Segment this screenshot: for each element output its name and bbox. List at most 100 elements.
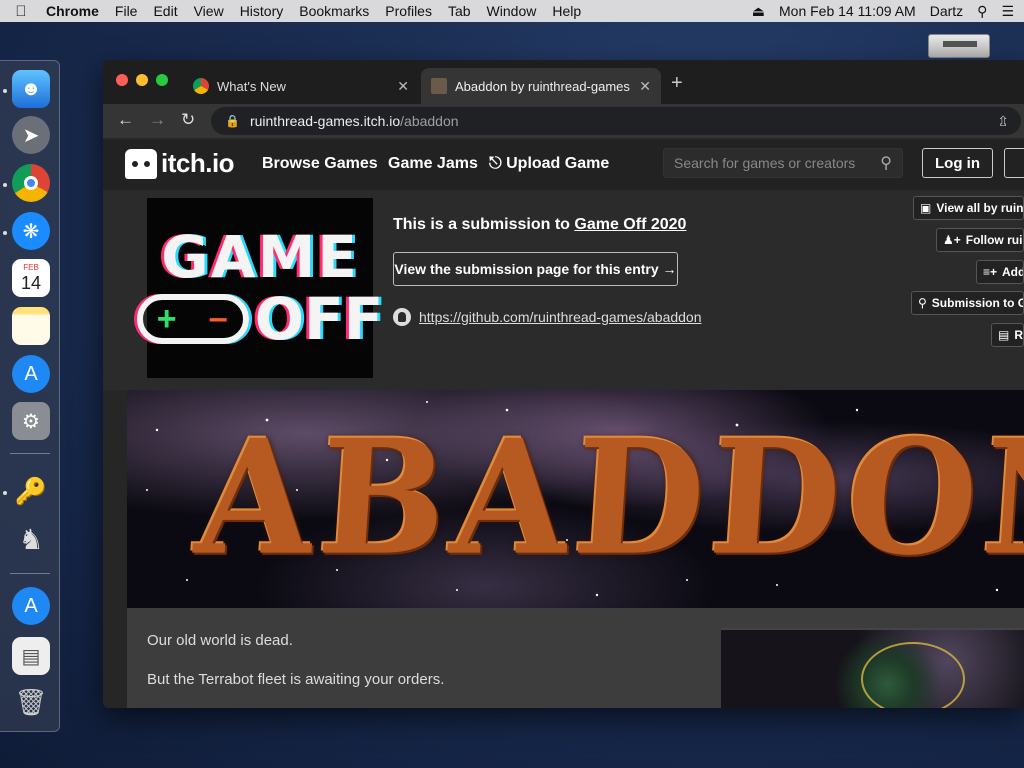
menu-window[interactable]: Window <box>479 3 545 19</box>
menu-view[interactable]: View <box>186 3 232 19</box>
itch-logo-text: itch.io <box>161 148 235 178</box>
add-label: Add <box>1002 265 1024 279</box>
lock-icon[interactable]: 🔒 <box>225 114 240 128</box>
forward-arrow-icon[interactable]: → <box>149 110 166 130</box>
description-line-1: Our old world is dead. <box>147 632 293 649</box>
nav-upload-game-label: Upload Game <box>506 155 610 172</box>
back-arrow-icon[interactable]: ← <box>117 110 134 130</box>
map-icon: ▤ <box>998 328 1010 342</box>
nav-browse-games[interactable]: Browse Games <box>262 155 378 173</box>
menu-user[interactable]: Dartz <box>930 3 963 19</box>
reload-icon[interactable]: ↻ <box>181 110 195 130</box>
share-icon[interactable]: ⇫ <box>997 113 1009 130</box>
nav-upload-game[interactable]: ⎋ Upload Game <box>489 155 609 173</box>
github-icon <box>393 308 411 326</box>
chrome-favicon-icon <box>193 78 209 94</box>
apple-menu-icon[interactable]:  <box>0 3 42 20</box>
app-store-icon[interactable]: A <box>12 355 50 393</box>
follow-label: Follow ruint <box>965 233 1023 247</box>
dock-separator <box>10 453 50 454</box>
chrome-icon[interactable] <box>12 164 50 202</box>
add-to-collection-button[interactable]: ≡+ Add <box>976 260 1024 284</box>
menu-history[interactable]: History <box>232 3 292 19</box>
game-off-logo-line2: OFF <box>254 285 384 353</box>
github-link[interactable]: https://github.com/ruinthread-games/abad… <box>419 309 702 325</box>
menu-bar:  Chrome File Edit View History Bookmark… <box>0 0 1024 22</box>
menu-app-name[interactable]: Chrome <box>42 3 107 19</box>
dock: ☻ ➤ ❋ FEB 14 A ⚙ 🔑 ♞ A ▤ 🗑 <box>0 60 60 732</box>
login-button[interactable]: Log in <box>922 148 993 178</box>
submission-label: Submission to G <box>931 296 1024 310</box>
menu-tab[interactable]: Tab <box>440 3 479 19</box>
view-all-by-creator-button[interactable]: ▣ View all by ruint <box>913 196 1024 220</box>
view-submission-button[interactable]: View the submission page for this entry … <box>393 252 678 286</box>
jam-link[interactable]: Game Off 2020 <box>574 216 686 233</box>
app-store-download-icon[interactable]: A <box>12 587 50 625</box>
safari-icon[interactable]: ❋ <box>12 212 50 250</box>
system-preferences-icon[interactable]: ⚙ <box>12 402 50 440</box>
tab-whats-new[interactable]: What's New ✕ <box>183 68 419 104</box>
search-input[interactable]: Search for games or creators ⚲ <box>663 148 903 178</box>
desktop-drive-icon[interactable] <box>928 34 990 58</box>
menu-edit[interactable]: Edit <box>145 3 185 19</box>
tab-label: Abaddon by ruinthread-games <box>455 78 630 94</box>
submission-to-jam-button[interactable]: ⚲ Submission to G <box>911 291 1024 315</box>
trash-icon[interactable]: 🗑 <box>12 683 50 721</box>
itch-logo[interactable]: itch.io <box>125 148 235 179</box>
spotlight-icon[interactable]: ⚲ <box>977 3 987 20</box>
game-description: Our old world is dead. But the Terrabot … <box>127 608 1024 708</box>
zoom-window-button[interactable] <box>156 74 168 86</box>
menu-clock[interactable]: Mon Feb 14 11:09 AM <box>779 3 916 19</box>
jam-submission-banner: GAME + – OFF This is a submission to Game… <box>103 190 1024 390</box>
chess-icon[interactable]: ♞ <box>12 520 50 558</box>
minimize-window-button[interactable] <box>136 74 148 86</box>
menu-bookmarks[interactable]: Bookmarks <box>291 3 377 19</box>
register-button[interactable] <box>1004 148 1024 178</box>
abaddon-favicon-icon <box>431 78 447 94</box>
game-banner-image: ABADDON <box>127 390 1024 608</box>
follow-user-icon: ♟+ <box>943 233 961 247</box>
game-off-logo[interactable]: GAME + – OFF <box>136 198 383 378</box>
notes-icon[interactable] <box>12 307 50 345</box>
search-placeholder: Search for games or creators <box>674 155 856 171</box>
calendar-day: 14 <box>20 273 42 293</box>
menu-profiles[interactable]: Profiles <box>377 3 440 19</box>
new-tab-icon[interactable]: + <box>671 72 683 95</box>
follow-creator-button[interactable]: ♟+ Follow ruint <box>936 228 1024 252</box>
control-center-icon[interactable]: ☰ <box>1001 3 1014 20</box>
calendar-month: FEB <box>23 263 39 272</box>
chrome-window: What's New ✕ Abaddon by ruinthread-games… <box>103 60 1024 708</box>
menu-file[interactable]: File <box>107 3 146 19</box>
upload-icon: ⎋ <box>489 155 502 172</box>
keychain-icon[interactable]: 🔑 <box>12 472 50 510</box>
address-bar[interactable]: 🔒 ruinthread-games.itch.io /abaddon ⇫ <box>211 107 1021 135</box>
running-indicator <box>3 231 7 235</box>
finder-icon[interactable]: ☻ <box>12 70 50 108</box>
itch-logo-icon <box>125 148 157 179</box>
tab-close-icon[interactable]: ✕ <box>639 78 651 95</box>
ribbon-icon: ⚲ <box>918 296 927 310</box>
tab-bar: What's New ✕ Abaddon by ruinthread-games… <box>103 60 1024 104</box>
running-indicator <box>3 183 7 187</box>
game-screenshot[interactable] <box>721 628 1024 708</box>
tab-close-icon[interactable]: ✕ <box>397 78 409 95</box>
store-icon: ▣ <box>920 201 932 215</box>
close-window-button[interactable] <box>116 74 128 86</box>
url-path: /abaddon <box>400 113 459 129</box>
document-icon[interactable]: ▤ <box>12 637 50 675</box>
search-icon[interactable]: ⚲ <box>880 153 892 173</box>
related-button[interactable]: ▤ R <box>991 323 1024 347</box>
eject-icon[interactable]: ⏏ <box>752 3 765 20</box>
game-banner-title: ABADDON <box>190 405 1024 591</box>
gamepad-icon: + – <box>136 294 249 344</box>
menu-help[interactable]: Help <box>544 3 589 19</box>
tab-label: What's New <box>217 78 286 94</box>
running-indicator <box>3 89 7 93</box>
browser-toolbar: ← → ↻ 🔒 ruinthread-games.itch.io /abaddo… <box>103 104 1024 138</box>
tab-abaddon[interactable]: Abaddon by ruinthread-games ✕ <box>421 68 661 104</box>
itch-header: itch.io Browse Games Game Jams ⎋ Upload … <box>103 140 1024 190</box>
launchpad-icon[interactable]: ➤ <box>12 116 50 154</box>
nav-game-jams[interactable]: Game Jams <box>388 155 478 173</box>
calendar-icon[interactable]: FEB 14 <box>12 259 50 297</box>
menu-extras: ⏏ Mon Feb 14 11:09 AM Dartz ⚲ ☰ <box>752 0 1014 22</box>
